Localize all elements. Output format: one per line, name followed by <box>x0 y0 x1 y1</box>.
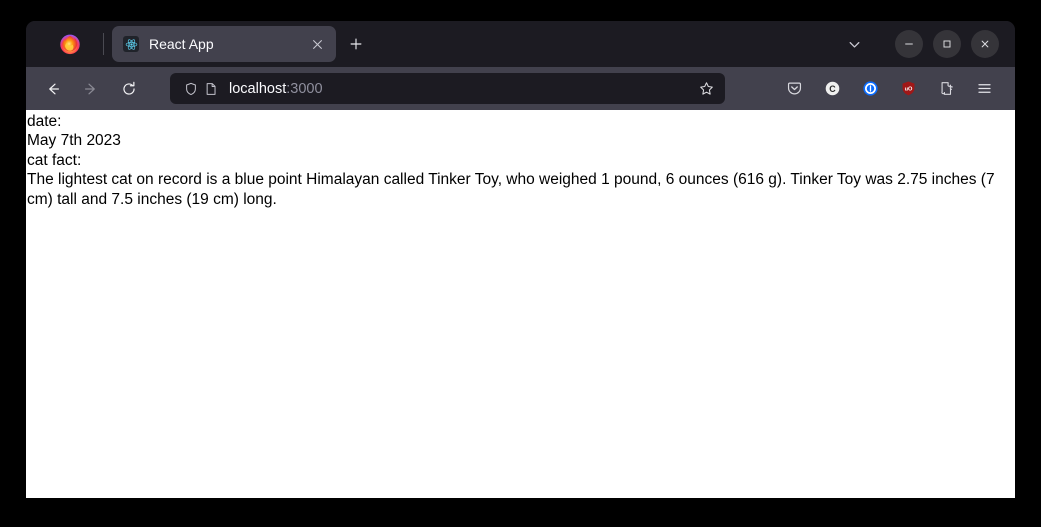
minimize-button[interactable] <box>895 30 923 58</box>
firefox-logo-icon <box>59 33 81 55</box>
svg-text:C: C <box>829 84 836 94</box>
tabstrip-divider <box>103 33 104 55</box>
maximize-icon <box>943 40 951 48</box>
react-favicon-icon <box>123 36 139 52</box>
reload-icon <box>123 81 135 95</box>
maximize-button[interactable] <box>933 30 961 58</box>
react-app-root: date: May 7th 2023 cat fact: The lightes… <box>26 110 1015 209</box>
browser-window: React App localhost:3000 C uO date: May … <box>26 21 1015 498</box>
tab-strip: React App <box>26 21 1015 67</box>
toolbar-extensions: C uO <box>775 74 1003 104</box>
close-window-button[interactable] <box>971 30 999 58</box>
minimize-icon <box>905 43 913 45</box>
c-extension-icon[interactable]: C <box>817 74 847 104</box>
new-tab-button[interactable] <box>341 29 371 59</box>
chevron-down-icon <box>849 41 859 48</box>
reload-button[interactable] <box>113 73 145 105</box>
back-arrow-icon <box>49 83 60 94</box>
tab-title: React App <box>149 36 214 52</box>
plus-icon <box>350 38 362 50</box>
tab-react-app[interactable]: React App <box>112 26 336 62</box>
url-bar[interactable]: localhost:3000 <box>170 73 725 104</box>
ublock-origin-icon[interactable]: uO <box>893 74 923 104</box>
page-content-area: date: May 7th 2023 cat fact: The lightes… <box>26 110 1015 498</box>
shield-icon[interactable] <box>181 79 201 99</box>
forward-button[interactable] <box>75 73 107 105</box>
window-controls <box>895 30 999 58</box>
list-all-tabs-button[interactable] <box>839 29 869 59</box>
url-port: :3000 <box>286 80 323 97</box>
date-value: May 7th 2023 <box>27 132 121 150</box>
close-tab-icon[interactable] <box>307 34 327 54</box>
close-icon <box>981 40 989 48</box>
date-label: date: <box>27 113 62 130</box>
extensions-puzzle-icon[interactable] <box>931 74 961 104</box>
url-text: localhost:3000 <box>229 81 696 97</box>
back-button[interactable] <box>37 73 69 105</box>
app-menu-icon[interactable] <box>969 74 999 104</box>
page-icon[interactable] <box>201 79 221 99</box>
svg-text:uO: uO <box>904 87 912 93</box>
onepassword-icon[interactable] <box>855 74 885 104</box>
bookmark-star-icon[interactable] <box>696 79 716 99</box>
cat-fact-label: cat fact: <box>27 151 82 169</box>
cat-fact-value: The lightest cat on record is a blue poi… <box>27 171 999 208</box>
pocket-icon[interactable] <box>779 74 809 104</box>
url-host: localhost <box>229 80 287 97</box>
forward-arrow-icon <box>84 83 95 94</box>
navigation-toolbar: localhost:3000 C uO <box>26 67 1015 110</box>
